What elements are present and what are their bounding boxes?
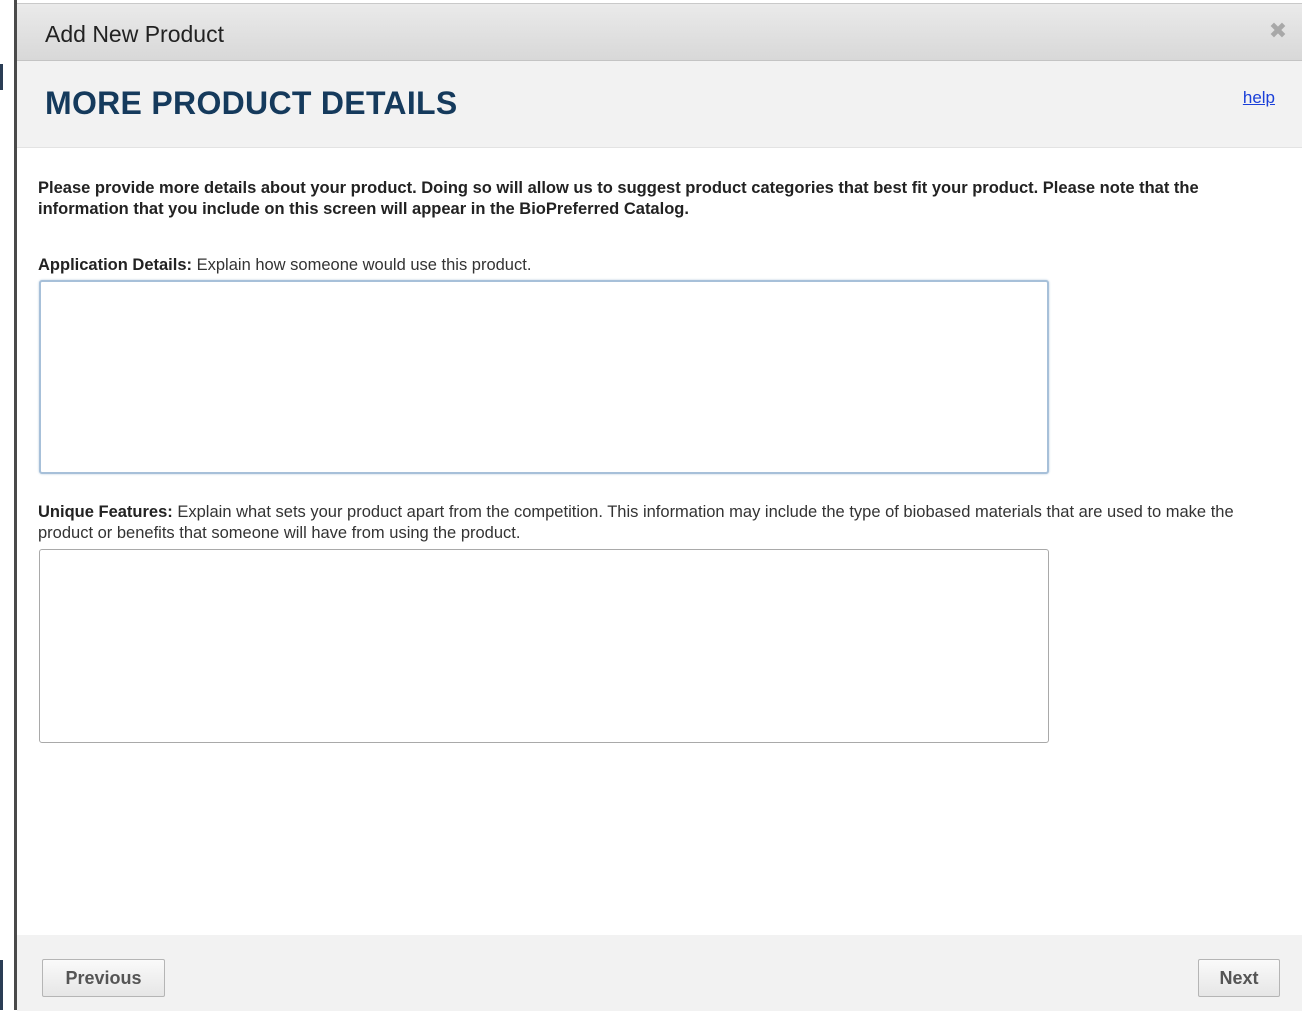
dialog-titlebar: Add New Product ✖ [17, 4, 1302, 61]
application-details-hint: Explain how someone would use this produ… [196, 256, 532, 274]
dialog-title: Add New Product [45, 21, 224, 47]
unique-features-textarea[interactable] [39, 549, 1049, 743]
application-details-textarea[interactable] [39, 280, 1049, 474]
next-button[interactable]: Next [1198, 959, 1280, 997]
intro-text: Please provide more details about your p… [38, 179, 1199, 218]
unique-features-label: Unique Features: Explain what sets your … [38, 502, 1290, 544]
background-edge-mark [0, 960, 3, 1010]
application-details-label: Application Details: Explain how someone… [38, 255, 1290, 276]
add-product-dialog: Add New Product ✖ MORE PRODUCT DETAILS h… [17, 3, 1302, 1011]
help-link[interactable]: help [1243, 88, 1275, 108]
page-title: MORE PRODUCT DETAILS [45, 85, 458, 121]
application-details-label-title: Application Details: [38, 256, 193, 274]
dialog-footer: Previous Next [17, 935, 1302, 1011]
unique-features-hint: Explain what sets your product apart fro… [38, 503, 1234, 542]
background-edge-mark [0, 64, 3, 90]
section-header: MORE PRODUCT DETAILS help [17, 61, 1302, 148]
unique-features-label-title: Unique Features: [38, 503, 173, 521]
previous-button[interactable]: Previous [42, 959, 165, 997]
close-icon[interactable]: ✖ [1268, 20, 1288, 42]
